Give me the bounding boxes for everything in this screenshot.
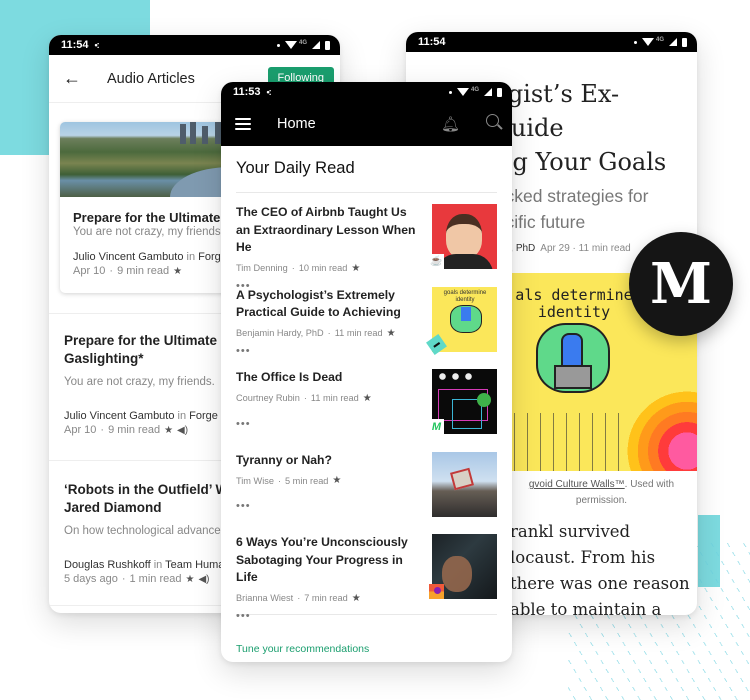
article-date: Apr 10 — [73, 265, 106, 277]
read-time: 11 min read — [310, 393, 359, 403]
publication-name[interactable]: Forge — [189, 410, 218, 422]
author-name[interactable]: Julio Vincent Gambuto — [73, 251, 183, 263]
separator: · — [327, 328, 331, 338]
separator: · — [121, 573, 126, 585]
menu-icon[interactable] — [235, 118, 251, 130]
status-bar: 11:54 •: 4G — [49, 35, 340, 55]
star-icon: ★ — [185, 573, 195, 585]
separator: · — [572, 243, 576, 254]
author-name[interactable]: Douglas Rushkoff — [64, 559, 151, 571]
in-word: in — [186, 251, 196, 263]
star-icon: ★ — [332, 475, 342, 486]
wifi-icon — [284, 41, 297, 49]
story-title: A Psychologist’s Extremely Practical Gui… — [236, 287, 401, 320]
publication-badge-icon: M — [429, 419, 444, 434]
status-bar: 11:54 4G — [406, 32, 697, 52]
signal-icon — [669, 38, 677, 46]
story-title: Tyranny or Nah? — [236, 452, 332, 467]
assistant-icon: •: — [94, 40, 100, 50]
author-name: Tim Denning — [236, 263, 288, 273]
read-time: 7 min read — [304, 593, 348, 603]
notification-dot-icon — [448, 90, 452, 94]
author-name: Benjamin Hardy, PhD — [236, 328, 324, 338]
read-time: 5 min read — [285, 475, 329, 486]
read-time: 9 min read — [117, 265, 170, 277]
section-title: Your Daily Read — [236, 159, 355, 177]
article-date: Apr 10 — [64, 424, 97, 436]
battery-icon — [682, 37, 687, 47]
network-type: 4G — [470, 86, 479, 93]
home-phone: 11:53 •: 4G Home 🔔︎ Your Daily Read The … — [221, 82, 512, 662]
separator: · — [277, 475, 281, 486]
image-caption: gvoid Culture Walls™. Used with permissi… — [506, 477, 697, 509]
star-icon: ★ — [351, 262, 361, 274]
author-name[interactable]: Julio Vincent Gambuto — [64, 410, 174, 422]
article-body: rankl survived locaust. From his there w… — [510, 522, 690, 615]
article-date: 5 days ago — [64, 573, 118, 585]
notification-dot-icon — [633, 40, 637, 44]
assistant-icon: •: — [266, 87, 272, 97]
caption-link[interactable]: gvoid Culture Walls™ — [529, 479, 625, 490]
medium-logo-icon: M — [629, 232, 733, 336]
network-type: 4G — [298, 39, 307, 46]
author-name: Brianna Wiest — [236, 593, 294, 603]
status-time: 11:54 — [418, 36, 446, 48]
wifi-icon — [641, 38, 654, 46]
story-item[interactable]: A Psychologist’s Extremely Practical Gui… — [221, 276, 512, 359]
in-word: in — [177, 410, 187, 422]
status-bar: 11:53 •: 4G — [221, 82, 512, 102]
notification-dot-icon — [276, 43, 280, 47]
status-time: 11:54 — [61, 39, 89, 51]
story-item[interactable]: 6 Ways You’re Unconsciously Sabotaging Y… — [221, 523, 512, 622]
read-time: 11 min read — [578, 243, 631, 254]
star-icon: ★ — [351, 592, 361, 604]
read-time: 1 min read — [129, 573, 182, 585]
separator: · — [100, 424, 105, 436]
story-title: The CEO of Airbnb Taught Us an Extraordi… — [236, 205, 416, 254]
wifi-icon — [456, 88, 469, 96]
tune-recommendations-link[interactable]: Tune your recommendations — [236, 643, 369, 655]
separator: · — [109, 265, 114, 277]
read-time: 10 min read — [298, 263, 348, 273]
author-name: Tim Wise — [236, 475, 274, 486]
battery-icon — [497, 87, 502, 97]
in-word: in — [153, 559, 163, 571]
speaker-icon[interactable]: ◀) — [198, 574, 209, 585]
story-title: The Office Is Dead — [236, 370, 343, 384]
publication-badge-icon: ☕ — [429, 254, 444, 269]
network-type: 4G — [655, 36, 664, 43]
separator: · — [291, 263, 295, 273]
signal-icon — [312, 41, 320, 49]
separator: · — [297, 593, 301, 603]
story-item[interactable]: The Office Is Dead Courtney Rubin · 11 m… — [221, 358, 512, 441]
article-meta: y, PhD Apr 29 · 11 min read — [506, 243, 631, 254]
bell-icon[interactable]: 🔔︎ — [441, 115, 460, 133]
star-icon: ★ — [386, 327, 396, 339]
star-icon: ★ — [173, 265, 183, 277]
speaker-icon[interactable]: ◀) — [177, 425, 188, 436]
star-icon: ★ — [362, 392, 372, 404]
status-time: 11:53 — [233, 86, 261, 98]
search-icon[interactable] — [486, 114, 499, 127]
arrow-left-icon[interactable]: ← — [63, 68, 83, 89]
story-title: 6 Ways You’re Unconsciously Sabotaging Y… — [236, 535, 408, 584]
publication-badge-icon — [429, 584, 444, 599]
read-time: 9 min read — [108, 424, 161, 436]
separator: · — [303, 393, 307, 403]
app-bar: Home 🔔︎ — [221, 102, 512, 146]
article-date: Apr 29 — [540, 243, 570, 254]
story-item[interactable]: Tyranny or Nah? Tim Wise · 5 min read ★ … — [221, 441, 512, 524]
page-title: Audio Articles — [107, 70, 195, 87]
star-icon: ★ — [164, 424, 174, 436]
author-name: Courtney Rubin — [236, 393, 300, 403]
read-time: 11 min read — [334, 328, 383, 338]
more-options-icon[interactable]: ••• — [236, 610, 497, 622]
illustration-text: als determine identity — [515, 286, 633, 321]
story-item[interactable]: The CEO of Airbnb Taught Us an Extraordi… — [221, 193, 512, 292]
story-thumbnail — [432, 451, 497, 517]
battery-icon — [325, 40, 330, 50]
page-title: Home — [277, 116, 316, 132]
signal-icon — [484, 88, 492, 96]
